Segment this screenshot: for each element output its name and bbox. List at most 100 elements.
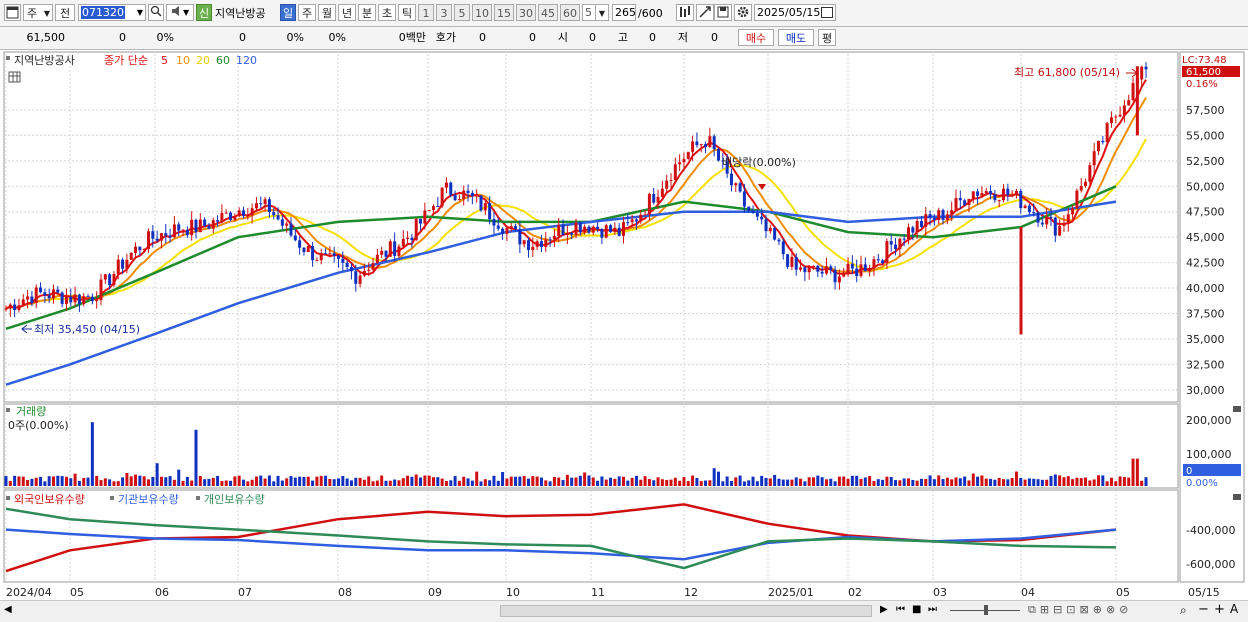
save-icon[interactable] — [714, 4, 732, 21]
candle-body — [881, 260, 885, 264]
candle-body — [656, 196, 660, 203]
volume-bar — [1006, 479, 1010, 486]
x-label-2: 06 — [155, 586, 169, 599]
period-tick[interactable]: 틱 — [398, 4, 416, 21]
interval-dropdown-icon[interactable]: ▼ — [595, 4, 609, 21]
period-minute[interactable]: 분 — [358, 4, 376, 21]
candle-body — [583, 226, 587, 233]
period-month[interactable]: 월 — [318, 4, 336, 21]
interval-1[interactable]: 1 — [418, 4, 434, 21]
chart-settings-icon[interactable] — [8, 71, 21, 83]
price-tick-6: 42,500 — [1186, 257, 1225, 270]
volume-bar — [587, 475, 591, 486]
volume-bar — [1040, 479, 1044, 486]
low-value: 0 — [711, 31, 718, 44]
legend-ma60: 60 — [216, 54, 230, 67]
view-tools-icons[interactable]: ⧉⊞⊟⊡⊠⊕⊗⊘ — [1028, 603, 1132, 617]
candle-body — [535, 241, 539, 247]
volume-bar — [147, 479, 150, 486]
prev-button[interactable]: 전 — [55, 4, 75, 21]
legend-bullet — [6, 56, 10, 60]
interval-60[interactable]: 60 — [560, 4, 580, 21]
vol-panel-close-icon[interactable] — [1233, 406, 1241, 412]
candle-body — [315, 260, 319, 262]
scroll-thumb[interactable] — [500, 605, 872, 617]
volume-bar — [609, 477, 613, 486]
candle-body — [293, 235, 297, 241]
volume-bar — [177, 469, 181, 486]
volume-bar — [954, 477, 958, 486]
calendar-icon[interactable] — [821, 7, 833, 18]
candle-body — [760, 216, 764, 220]
candle-body — [190, 219, 194, 236]
gear-icon[interactable] — [734, 4, 752, 21]
date-input[interactable]: 2025/05/15 — [754, 4, 836, 21]
scroll-right-icon[interactable]: ▶ — [880, 604, 888, 615]
volume-bar — [647, 479, 651, 486]
high-annotation: 최고 61,800 (05/14) — [1014, 66, 1120, 79]
interval-5[interactable]: 5 — [454, 4, 470, 21]
stock-chart[interactable]: 57,500 55,000 52,500 50,000 47,500 45,000 42,5… — [0, 50, 1248, 602]
sell-button[interactable]: 매도 — [778, 29, 814, 46]
zoom-out-icon[interactable]: − — [1198, 602, 1209, 617]
volume-bar — [43, 481, 47, 486]
period-day[interactable]: 일 — [280, 4, 296, 21]
rewind-icon[interactable]: ⏮ — [896, 604, 905, 615]
volume-bar — [259, 475, 263, 486]
market-select[interactable]: 주 ▼ — [23, 4, 53, 21]
volume-bar — [190, 480, 194, 486]
volume-bar — [786, 479, 790, 486]
period-week[interactable]: 주 — [298, 4, 316, 21]
zoom-slider-handle[interactable] — [984, 605, 988, 615]
scroll-left-icon[interactable]: ◀ — [4, 604, 12, 615]
volume-bar — [30, 478, 34, 486]
top-toolbar: 주 ▼ 전 071320 ▼ ▼ 신 지역난방공 일 주 월 년 분 초 틱 1 3… — [0, 0, 1248, 27]
buy-button[interactable]: 매수 — [738, 29, 774, 46]
interval-30[interactable]: 30 — [516, 4, 536, 21]
eval-button[interactable]: 평 — [818, 29, 836, 46]
volume-bar — [285, 478, 289, 486]
forward-icon[interactable]: ⏭ — [928, 604, 937, 615]
interval-45[interactable]: 45 — [538, 4, 558, 21]
search-icon[interactable] — [148, 4, 164, 21]
volume-bar — [272, 481, 276, 486]
stop-icon[interactable]: ■ — [912, 604, 921, 615]
chart-area[interactable]: 57,500 55,000 52,500 50,000 47,500 45,000 42,5… — [0, 50, 1248, 602]
candle-body — [1053, 217, 1057, 236]
volume-bar — [699, 481, 703, 486]
font-size-icon[interactable]: A — [1230, 602, 1238, 616]
count-input[interactable]: 265 — [612, 4, 636, 21]
zoom-icon[interactable]: ⌕ — [1180, 603, 1187, 618]
candle-body — [600, 228, 604, 238]
volume-bar — [349, 480, 353, 486]
candle-body — [1049, 216, 1053, 218]
volume-bar — [82, 477, 86, 486]
candle-body — [52, 289, 55, 299]
period-second[interactable]: 초 — [378, 4, 396, 21]
vol-bullet — [6, 408, 10, 412]
window-icon[interactable] — [4, 4, 21, 21]
hold-panel-close-icon[interactable] — [1233, 494, 1241, 500]
x-label-9: 2025/01 — [768, 586, 814, 599]
stock-code-input[interactable]: 071320 ▼ — [78, 4, 146, 21]
volume-bar — [604, 479, 608, 486]
interval-10[interactable]: 10 — [472, 4, 492, 21]
count-max: /600 — [638, 7, 663, 20]
interval-3[interactable]: 3 — [436, 4, 452, 21]
scroll-bar[interactable]: ◀ ▶ ⏮ ■ ⏭ ⧉⊞⊟⊡⊠⊕⊗⊘ ⌕ − + A — [0, 600, 1248, 622]
candle-body — [401, 238, 405, 247]
speaker-icon[interactable]: ▼ — [166, 4, 194, 21]
volume-bar — [829, 478, 833, 486]
volume-bar — [324, 475, 328, 486]
volume-bar — [799, 478, 803, 486]
chart-tool-icon[interactable] — [676, 4, 694, 21]
candle-body — [773, 227, 777, 240]
candle-body — [717, 149, 720, 161]
volume-bar — [907, 478, 910, 486]
volume-bar — [371, 481, 375, 486]
zoom-in-icon[interactable]: + — [1214, 602, 1225, 617]
period-year[interactable]: 년 — [338, 4, 356, 21]
interval-15[interactable]: 15 — [494, 4, 514, 21]
volume-bar — [868, 476, 872, 486]
draw-tool-icon[interactable] — [696, 4, 714, 21]
